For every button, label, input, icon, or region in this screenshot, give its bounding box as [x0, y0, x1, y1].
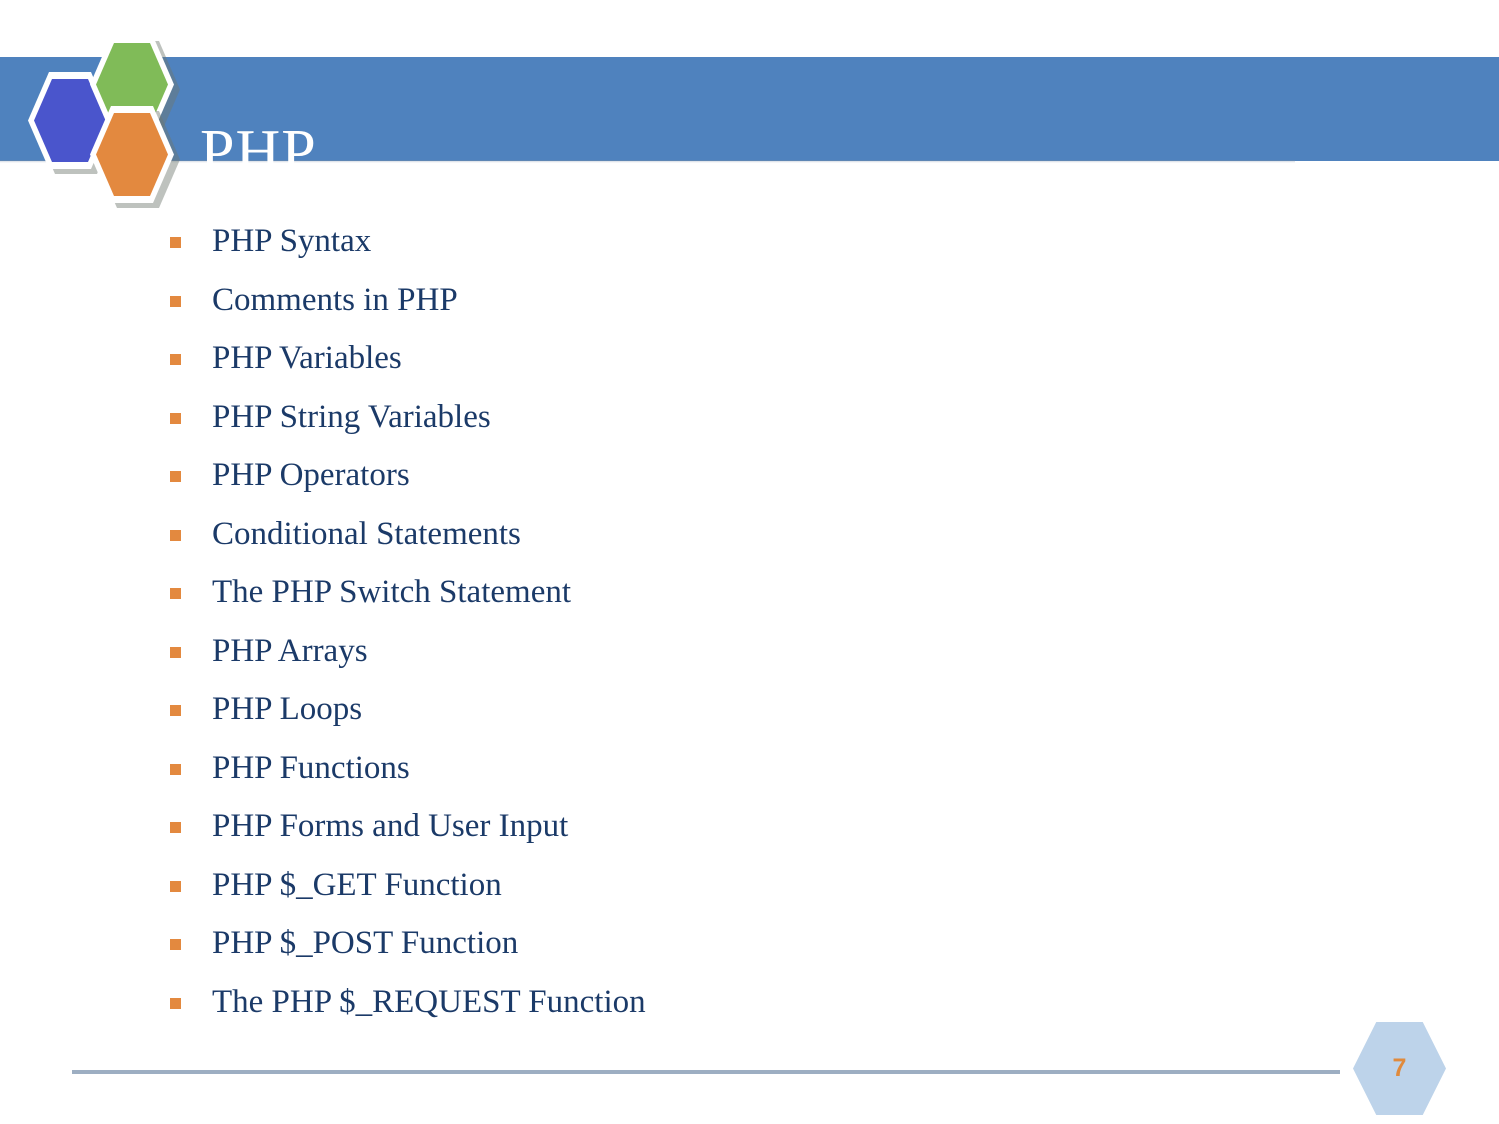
- list-item-label: PHP Syntax: [212, 223, 372, 259]
- bullet-square-icon: [170, 588, 181, 599]
- list-item: PHP Loops: [170, 683, 1320, 742]
- list-item-label: PHP $_POST Function: [212, 925, 519, 961]
- slide-header-banner-shadow: [0, 160, 1295, 163]
- bullet-square-icon: [170, 939, 181, 950]
- bullet-square-icon: [170, 412, 181, 424]
- list-item-label: PHP Operators: [212, 457, 410, 493]
- list-item: The PHP $_REQUEST Function: [170, 976, 1320, 1035]
- list-item: PHP String Variables: [170, 391, 1320, 450]
- list-item-label: PHP Forms and User Input: [212, 808, 569, 844]
- bullet-square-icon: [170, 763, 181, 775]
- page-number: 7: [1392, 1054, 1407, 1082]
- list-item-label: The PHP Switch Statement: [212, 574, 572, 610]
- list-item: PHP Syntax: [170, 215, 1320, 274]
- bullet-square-icon: [170, 529, 181, 541]
- content-bullet-list: PHP Syntax Comments in PHP PHP Variables PH…: [170, 215, 1320, 1034]
- list-item-label: Comments in PHP: [212, 281, 458, 318]
- list-item-label: PHP Loops: [212, 691, 363, 727]
- list-item: PHP Operators: [170, 449, 1320, 508]
- list-item: The PHP Switch Statement: [170, 566, 1320, 625]
- list-item-label: PHP String Variables: [212, 398, 491, 435]
- list-item: PHP $_GET Function: [170, 859, 1320, 918]
- list-item: PHP Functions: [170, 742, 1320, 801]
- bullet-square-icon: [170, 237, 181, 248]
- bullet-square-icon: [170, 822, 181, 833]
- footer-divider: [72, 1070, 1340, 1074]
- bullet-square-icon: [170, 471, 181, 482]
- page-title: PHP: [200, 117, 317, 186]
- bullet-square-icon: [170, 646, 181, 658]
- list-item: PHP Forms and User Input: [170, 800, 1320, 859]
- list-item-label: The PHP $_REQUEST Function: [212, 983, 646, 1020]
- bullet-square-icon: [170, 880, 181, 892]
- bullet-square-icon: [170, 997, 181, 1009]
- list-item: PHP Arrays: [170, 625, 1320, 684]
- brand-logo: [22, 34, 180, 208]
- list-item: PHP Variables: [170, 332, 1320, 391]
- bullet-square-icon: [170, 354, 181, 365]
- bullet-square-icon: [170, 705, 181, 716]
- list-item: Conditional Statements: [170, 508, 1320, 567]
- hex-orange-fill: [96, 113, 168, 196]
- list-item-label: Conditional Statements: [212, 515, 521, 552]
- list-item-label: PHP $_GET Function: [212, 866, 502, 903]
- bullet-square-icon: [170, 295, 181, 307]
- list-item: PHP $_POST Function: [170, 917, 1320, 976]
- list-item: Comments in PHP: [170, 274, 1320, 333]
- list-item-label: PHP Variables: [212, 340, 402, 376]
- list-item-label: PHP Arrays: [212, 632, 368, 669]
- list-item-label: PHP Functions: [212, 749, 410, 786]
